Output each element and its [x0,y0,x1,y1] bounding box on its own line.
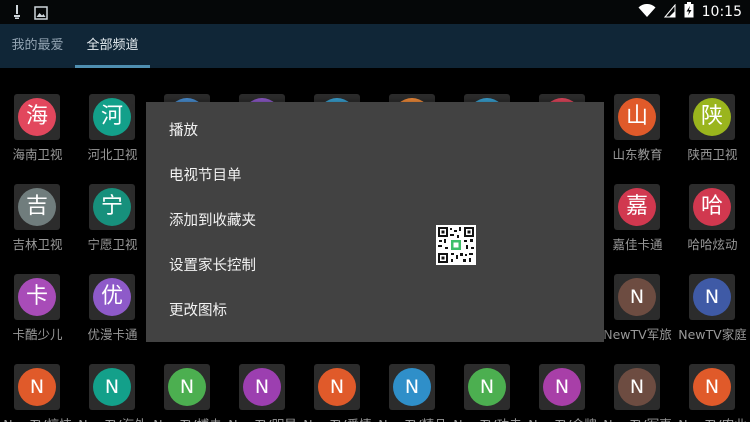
channel-logo-icon: N [168,368,206,406]
channel-name: NewTV农业 [675,414,750,422]
tab-all-channels[interactable]: 全部频道 [75,24,150,68]
channel-logo-tile: 优 [89,274,135,320]
channel-logo-icon: N [393,368,431,406]
image-icon [34,5,48,24]
channel-logo-tile: N [389,364,435,410]
channel-logo-tile: 卡 [14,274,60,320]
channel-item[interactable]: N NewTV海外 [75,338,150,422]
menu-item-change-icon[interactable]: 更改图标 [146,289,604,334]
channel-logo-icon: 海 [18,98,56,136]
channel-name: NewTV搏击 [150,414,225,422]
channel-item[interactable]: N NewTV明星 [225,338,300,422]
channel-logo-tile: N [464,364,510,410]
channel-item[interactable]: 吉吉林卫视 [0,158,75,252]
wifi-icon [638,3,656,22]
channel-logo-tile: 陕 [689,94,735,140]
channel-item[interactable]: N NewTV家庭 [675,248,750,342]
channel-item[interactable]: N NewTV精品 [375,338,450,422]
channel-item[interactable]: 山山东教育 [600,68,675,162]
channel-logo-icon: 嘉 [618,188,656,226]
channel-item[interactable]: 卡卡酷少儿 [0,248,75,342]
channel-logo-tile: N [14,364,60,410]
channel-logo-tile: N [614,364,660,410]
channel-logo-icon: N [693,278,731,316]
channel-logo-icon: N [243,368,281,406]
battery-charging-icon [684,2,694,22]
channel-logo-tile: 嘉 [614,184,660,230]
channel-logo-icon: N [318,368,356,406]
channel-name: NewTV明星 [225,414,300,422]
channel-logo-icon: N [693,368,731,406]
channel-logo-icon: N [543,368,581,406]
menu-item-parental-control[interactable]: 设置家长控制 [146,244,604,289]
channel-logo-tile: N [614,274,660,320]
channel-name: NewTV军事 [600,414,675,422]
status-bar-system: 10:15 [638,0,742,24]
channel-item[interactable]: 宁宁愿卫视 [75,158,150,252]
usb-debug-icon [12,4,22,24]
channel-logo-icon: 吉 [18,188,56,226]
channel-item[interactable]: 哈哈哈炫动 [675,158,750,252]
channel-logo-tile: 河 [89,94,135,140]
channel-logo-tile: 吉 [14,184,60,230]
channel-logo-tile: 哈 [689,184,735,230]
channel-name: NewTV功夫 [450,414,525,422]
qr-code-image [436,225,476,265]
channel-logo-icon: N [18,368,56,406]
channel-logo-tile: 海 [14,94,60,140]
channel-name: NewTV海外 [75,414,150,422]
channel-name: NewTV惊悚 [0,414,75,422]
menu-item-tv-guide[interactable]: 电视节目单 [146,154,604,199]
channel-logo-tile: 山 [614,94,660,140]
channel-item[interactable]: N NewTV爱情 [300,338,375,422]
channel-logo-icon: 山 [618,98,656,136]
channel-logo-tile: 宁 [89,184,135,230]
channel-logo-tile: N [689,274,735,320]
channel-logo-tile: N [314,364,360,410]
signal-icon [663,3,676,22]
channel-item[interactable]: 优优漫卡通 [75,248,150,342]
channel-name: NewTV金牌 [525,414,600,422]
channel-item[interactable]: N NewTV军事 [600,338,675,422]
channel-logo-icon: 哈 [693,188,731,226]
status-bar-notifications [12,4,48,24]
channel-logo-icon: N [618,368,656,406]
channel-logo-icon: 宁 [93,188,131,226]
tab-favorites[interactable]: 我的最爱 [0,24,75,68]
channel-logo-tile: N [164,364,210,410]
channel-item[interactable]: N NewTV农业 [675,338,750,422]
channel-logo-tile: N [539,364,585,410]
channel-item[interactable]: N NewTV功夫 [450,338,525,422]
channel-logo-icon: 河 [93,98,131,136]
channel-logo-tile: N [89,364,135,410]
channel-item[interactable]: 河河北卫视 [75,68,150,162]
menu-item-add-to-favorites[interactable]: 添加到收藏夹 [146,199,604,244]
channel-item[interactable]: N NewTV搏击 [150,338,225,422]
channel-item[interactable]: N NewTV金牌 [525,338,600,422]
channel-logo-icon: N [468,368,506,406]
channel-item[interactable]: N NewTV惊悚 [0,338,75,422]
tab-bar: 我的最爱 全部频道 [0,24,750,68]
channel-name: NewTV爱情 [300,414,375,422]
channel-logo-icon: 卡 [18,278,56,316]
channel-logo-icon: N [618,278,656,316]
channel-logo-icon: 陕 [693,98,731,136]
menu-item-play[interactable]: 播放 [146,109,604,154]
channel-logo-tile: N [239,364,285,410]
channel-name: NewTV精品 [375,414,450,422]
channel-item[interactable]: 陕陕西卫视 [675,68,750,162]
channel-logo-icon: 优 [93,278,131,316]
channel-logo-icon: N [93,368,131,406]
clock: 10:15 [701,4,742,20]
status-bar: 10:15 [0,0,750,24]
channel-logo-tile: N [689,364,735,410]
channel-item[interactable]: 海海南卫视 [0,68,75,162]
channel-item[interactable]: N NewTV军旅 [600,248,675,342]
context-menu-dialog: 播放 电视节目单 添加到收藏夹 设置家长控制 更改图标 [146,102,604,342]
channel-item[interactable]: 嘉嘉佳卡通 [600,158,675,252]
